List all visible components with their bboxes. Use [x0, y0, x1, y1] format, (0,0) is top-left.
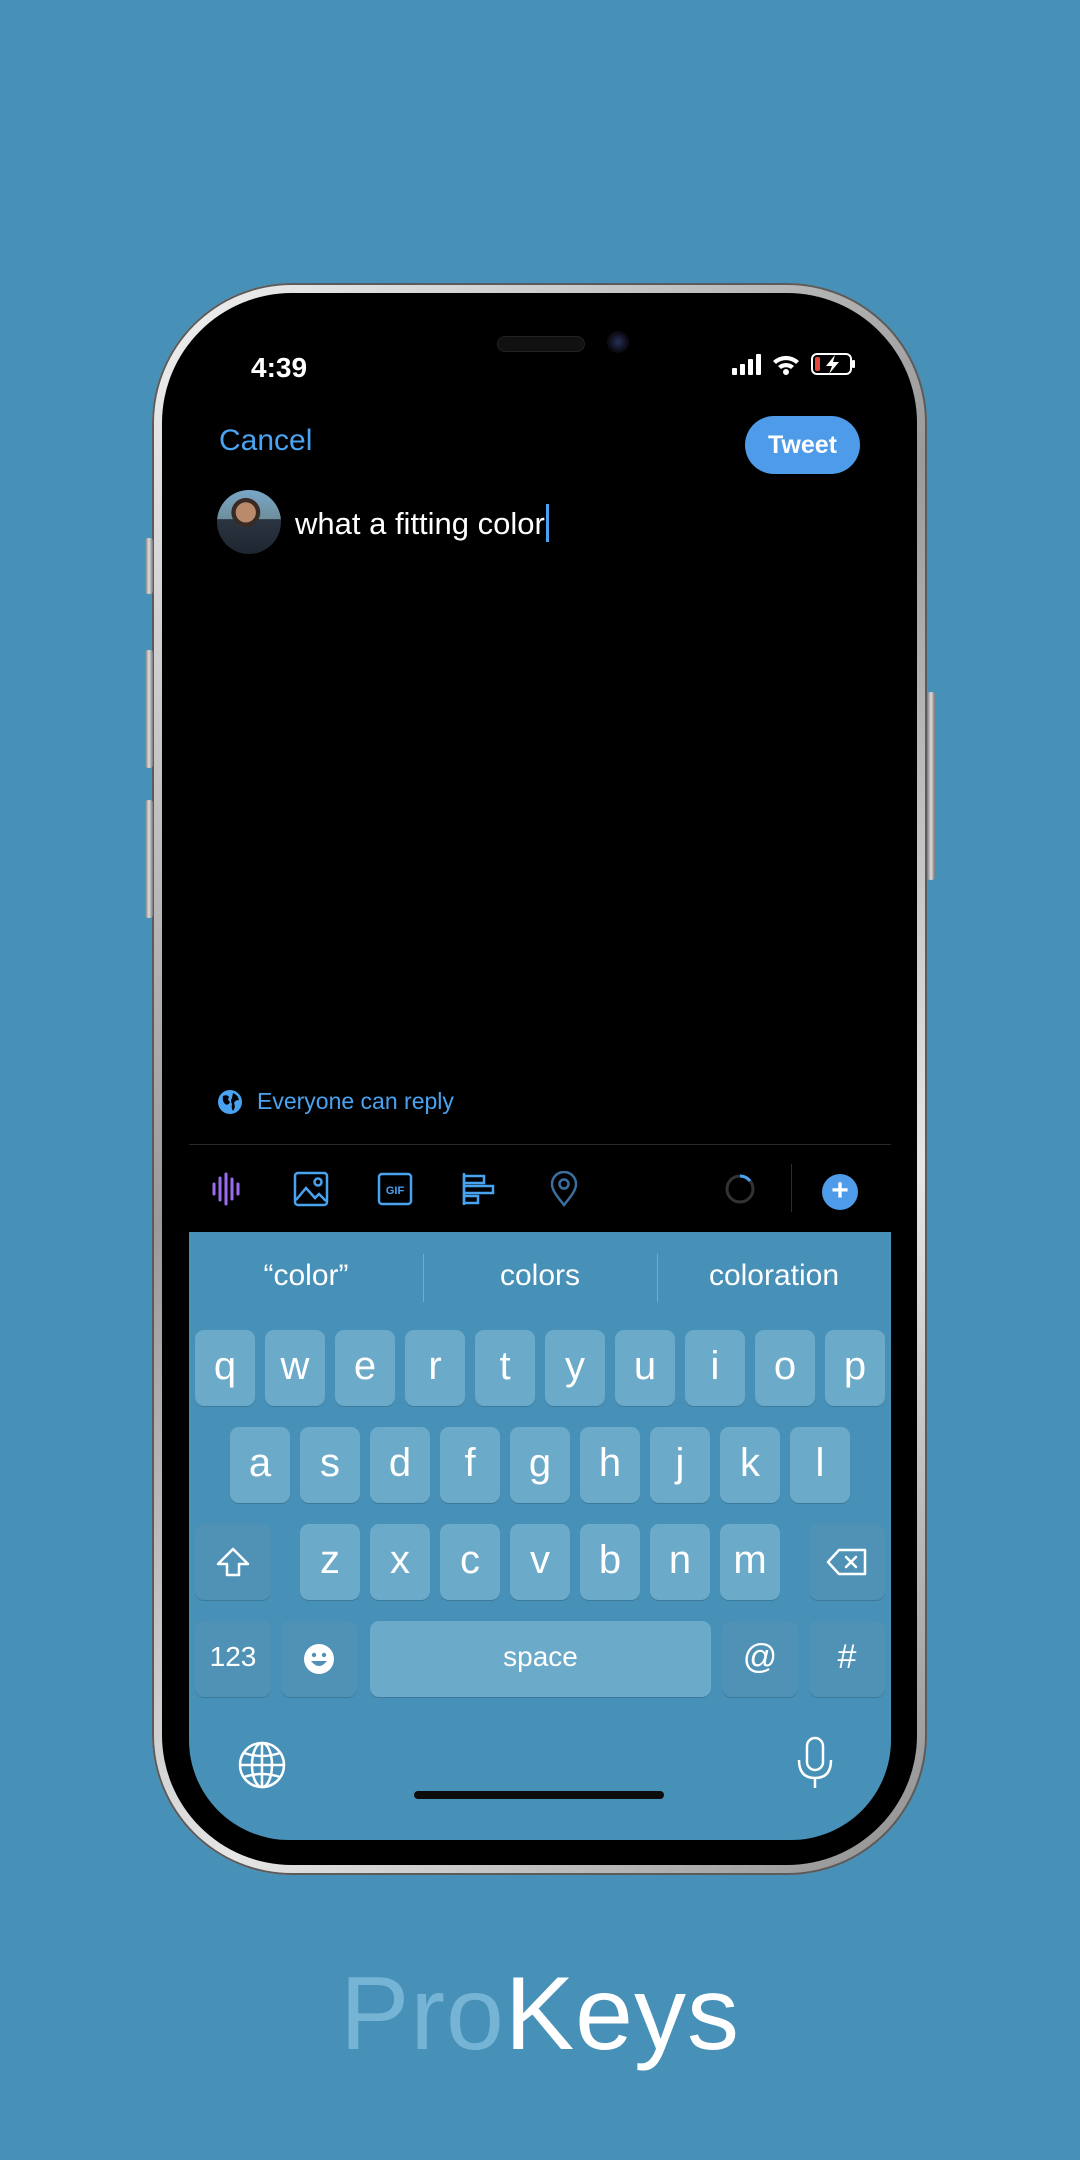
- key-m[interactable]: m: [720, 1524, 780, 1600]
- microphone-icon[interactable]: [795, 1736, 835, 1790]
- key-e[interactable]: e: [335, 1330, 395, 1406]
- compose-toolbar: GIF +: [189, 1144, 891, 1232]
- suggestion-1[interactable]: “color”: [189, 1232, 423, 1322]
- status-icons: [731, 352, 857, 376]
- key-v[interactable]: v: [510, 1524, 570, 1600]
- power-button: [927, 692, 935, 880]
- suggestion-3[interactable]: coloration: [657, 1232, 891, 1322]
- shift-arrow-icon: [216, 1548, 250, 1577]
- at-key[interactable]: @: [722, 1621, 798, 1697]
- toolbar-separator: [791, 1164, 792, 1212]
- image-icon: [293, 1171, 329, 1207]
- phone-screen: 4:39 Cancel Tweet what a fitting color E…: [189, 318, 891, 1840]
- volume-up-button: [145, 650, 153, 768]
- shift-key[interactable]: [195, 1524, 271, 1600]
- backspace-key[interactable]: [809, 1524, 885, 1600]
- key-u[interactable]: u: [615, 1330, 675, 1406]
- action-button: [145, 538, 153, 594]
- add-poll-button[interactable]: [460, 1170, 498, 1208]
- audio-space-button[interactable]: [207, 1170, 245, 1208]
- brand-pro: Pro: [339, 1956, 505, 2072]
- speaker-grille: [497, 336, 585, 352]
- globe-keyboard-switch-icon[interactable]: [237, 1740, 287, 1790]
- backspace-icon: [826, 1549, 867, 1576]
- hash-key[interactable]: #: [809, 1621, 885, 1697]
- status-time: 4:39: [251, 352, 308, 383]
- prokeys-keyboard: “color” colors coloration q w e r t y u …: [189, 1232, 891, 1840]
- reply-setting-label: Everyone can reply: [257, 1088, 454, 1114]
- add-image-button[interactable]: [292, 1170, 330, 1208]
- character-progress-icon: [725, 1174, 755, 1204]
- battery-charging-icon: [811, 353, 855, 375]
- reply-setting[interactable]: Everyone can reply: [217, 1088, 454, 1115]
- key-t[interactable]: t: [475, 1330, 535, 1406]
- key-g[interactable]: g: [510, 1427, 570, 1503]
- key-c[interactable]: c: [440, 1524, 500, 1600]
- key-l[interactable]: l: [790, 1427, 850, 1503]
- key-d[interactable]: d: [370, 1427, 430, 1503]
- wifi-icon: [773, 355, 799, 375]
- numbers-key[interactable]: 123: [195, 1621, 271, 1697]
- key-o[interactable]: o: [755, 1330, 815, 1406]
- key-z[interactable]: z: [300, 1524, 360, 1600]
- key-q[interactable]: q: [195, 1330, 255, 1406]
- suggestion-bar: “color” colors coloration: [189, 1232, 891, 1322]
- key-f[interactable]: f: [440, 1427, 500, 1503]
- key-a[interactable]: a: [230, 1427, 290, 1503]
- character-counter: [721, 1170, 759, 1208]
- location-pin-icon: [550, 1171, 578, 1207]
- key-j[interactable]: j: [650, 1427, 710, 1503]
- key-r[interactable]: r: [405, 1330, 465, 1406]
- compose-input[interactable]: what a fitting color: [295, 504, 549, 542]
- key-w[interactable]: w: [265, 1330, 325, 1406]
- space-key[interactable]: space: [370, 1621, 711, 1697]
- key-s[interactable]: s: [300, 1427, 360, 1503]
- globe-icon: [218, 1089, 242, 1114]
- key-h[interactable]: h: [580, 1427, 640, 1503]
- home-indicator[interactable]: [414, 1791, 664, 1799]
- emoji-icon: [304, 1644, 334, 1675]
- compose-text: what a fitting color: [295, 506, 545, 541]
- key-i[interactable]: i: [685, 1330, 745, 1406]
- cellular-signal-icon: [732, 354, 761, 375]
- brand-wordmark: ProKeys: [0, 1955, 1080, 2074]
- audio-waveform-icon: [212, 1172, 240, 1206]
- poll-icon: [462, 1173, 495, 1205]
- front-camera: [607, 331, 629, 353]
- key-p[interactable]: p: [825, 1330, 885, 1406]
- key-b[interactable]: b: [580, 1524, 640, 1600]
- emoji-key[interactable]: [281, 1621, 357, 1697]
- suggestion-2[interactable]: colors: [423, 1232, 657, 1322]
- volume-down-button: [145, 800, 153, 918]
- key-y[interactable]: y: [545, 1330, 605, 1406]
- key-n[interactable]: n: [650, 1524, 710, 1600]
- gif-icon: GIF: [377, 1172, 413, 1206]
- key-x[interactable]: x: [370, 1524, 430, 1600]
- avatar[interactable]: [217, 490, 281, 554]
- gif-label: GIF: [386, 1185, 405, 1197]
- add-location-button[interactable]: [545, 1170, 583, 1208]
- brand-keys: Keys: [504, 1956, 741, 2072]
- add-gif-button[interactable]: GIF: [376, 1170, 414, 1208]
- text-cursor: [545, 504, 549, 542]
- cancel-button[interactable]: Cancel: [219, 424, 312, 458]
- add-thread-icon[interactable]: +: [822, 1174, 858, 1210]
- tweet-button[interactable]: Tweet: [745, 416, 860, 474]
- key-k[interactable]: k: [720, 1427, 780, 1503]
